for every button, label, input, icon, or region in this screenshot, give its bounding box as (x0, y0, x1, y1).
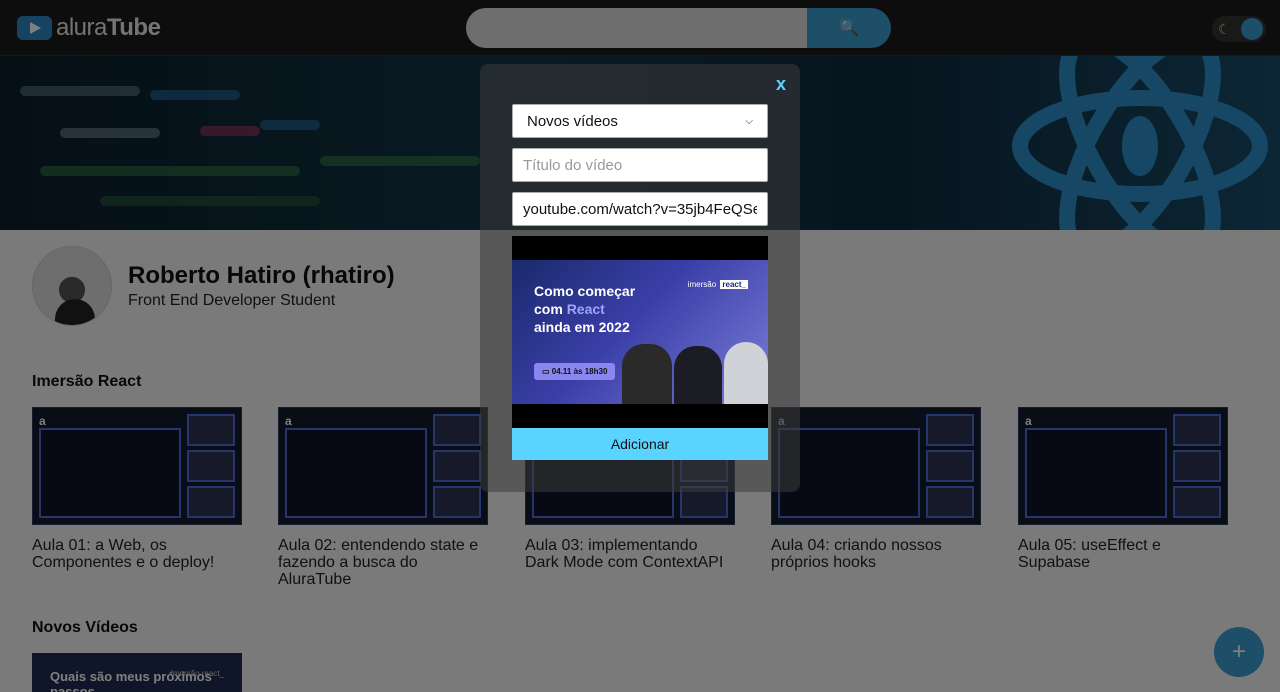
video-url-input[interactable] (512, 192, 768, 226)
close-modal-button[interactable]: x (776, 74, 786, 95)
playlist-select-value: Novos vídeos (527, 112, 618, 130)
video-title-input[interactable] (512, 148, 768, 182)
playlist-select[interactable]: Novos vídeos ⌵ (512, 104, 768, 138)
preview-title: Como começar com React ainda em 2022 (534, 283, 636, 335)
presenter-silhouette (622, 344, 672, 404)
submit-add-video-button[interactable]: Adicionar (512, 428, 768, 460)
presenter-silhouette (724, 342, 768, 404)
calendar-icon: ▭ (542, 367, 552, 376)
presenter-silhouette (674, 346, 722, 404)
chevron-down-icon: ⌵ (745, 115, 753, 127)
add-video-modal: x Novos vídeos ⌵ Como começar com React … (480, 64, 800, 492)
preview-date-badge: ▭ 04.11 às 18h30 (534, 363, 616, 380)
preview-brand: imersão react_ (687, 280, 748, 289)
video-preview-thumbnail: Como começar com React ainda em 2022 ime… (512, 236, 768, 428)
